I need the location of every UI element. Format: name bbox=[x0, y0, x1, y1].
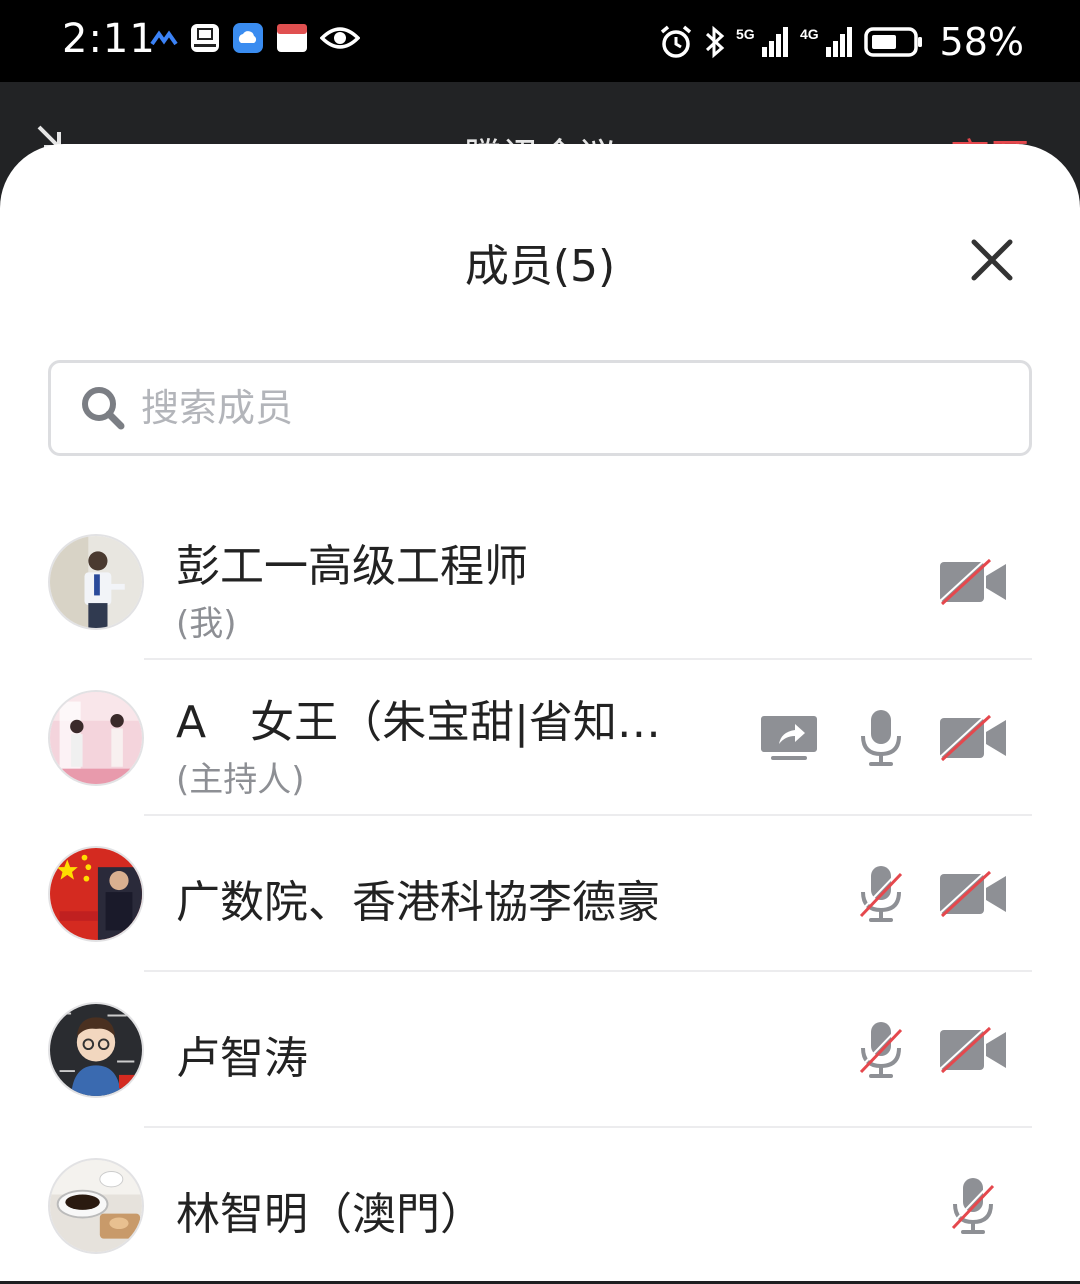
mic-off-icon[interactable] bbox=[938, 1176, 1008, 1236]
battery-percent: 58% bbox=[939, 20, 1024, 64]
panel-title: 成员(5) bbox=[464, 241, 616, 292]
avatar bbox=[48, 1158, 144, 1254]
screen-share-icon[interactable] bbox=[754, 708, 824, 768]
close-button[interactable] bbox=[962, 230, 1022, 290]
member-row[interactable]: 彭工一高级工程师 (我) bbox=[0, 504, 1080, 660]
member-row[interactable]: 林智明（澳門） bbox=[0, 1128, 1080, 1284]
bluetooth-icon bbox=[705, 25, 724, 59]
app-icon bbox=[277, 24, 307, 52]
avatar bbox=[48, 1002, 144, 1098]
member-name: 林智明（澳門） bbox=[176, 1189, 484, 1240]
alarm-icon bbox=[660, 25, 691, 58]
search-input[interactable] bbox=[141, 386, 961, 430]
video-off-icon[interactable] bbox=[938, 1020, 1008, 1080]
5g-signal-icon: 5G bbox=[736, 26, 788, 57]
member-name: A 女王（朱宝甜|省知… bbox=[176, 697, 661, 748]
video-off-icon[interactable] bbox=[938, 708, 1008, 768]
status-bar: 2:11 5G 4G 58% bbox=[0, 0, 1080, 82]
video-off-icon[interactable] bbox=[938, 864, 1008, 924]
battery-icon bbox=[863, 27, 922, 57]
member-name: 卢智涛 bbox=[176, 1033, 308, 1084]
member-row[interactable]: 广数院、香港科協李德豪 bbox=[0, 816, 1080, 972]
member-role: (我) bbox=[176, 604, 237, 644]
status-time: 2:11 bbox=[62, 16, 156, 62]
svg-text:4G: 4G bbox=[800, 26, 819, 42]
avatar bbox=[48, 534, 144, 630]
member-row[interactable]: 卢智涛 bbox=[0, 972, 1080, 1128]
video-off-icon[interactable] bbox=[938, 552, 1008, 612]
eye-icon bbox=[320, 27, 360, 49]
search-icon bbox=[82, 387, 125, 430]
status-right-icons: 5G 4G 58% bbox=[658, 20, 1024, 64]
member-list: 彭工一高级工程师 (我) A 女王（朱宝甜|省知… (主持人) 广数院、香港科協… bbox=[0, 504, 1080, 1284]
close-icon bbox=[971, 239, 1013, 281]
mic-on-icon[interactable] bbox=[846, 708, 916, 768]
members-panel: 成员(5) 彭工一高级工程师 (我) A 女王（朱宝甜|省知… (主持人) bbox=[0, 144, 1080, 1281]
member-name: 彭工一高级工程师 bbox=[176, 541, 528, 592]
member-row[interactable]: A 女王（朱宝甜|省知… (主持人) bbox=[0, 660, 1080, 816]
svg-text:5G: 5G bbox=[736, 26, 755, 42]
status-left-icons bbox=[150, 22, 360, 54]
huawei-icon bbox=[191, 24, 219, 52]
4g-signal-icon: 4G bbox=[800, 26, 852, 57]
member-role: (主持人) bbox=[176, 760, 305, 800]
avatar bbox=[48, 690, 144, 786]
cloud-icon bbox=[233, 23, 263, 53]
search-box[interactable] bbox=[48, 360, 1032, 456]
member-name: 广数院、香港科協李德豪 bbox=[176, 877, 660, 928]
avatar bbox=[48, 846, 144, 942]
mic-off-icon[interactable] bbox=[846, 1020, 916, 1080]
signal-app-icon bbox=[150, 30, 178, 46]
mic-off-icon[interactable] bbox=[846, 864, 916, 924]
